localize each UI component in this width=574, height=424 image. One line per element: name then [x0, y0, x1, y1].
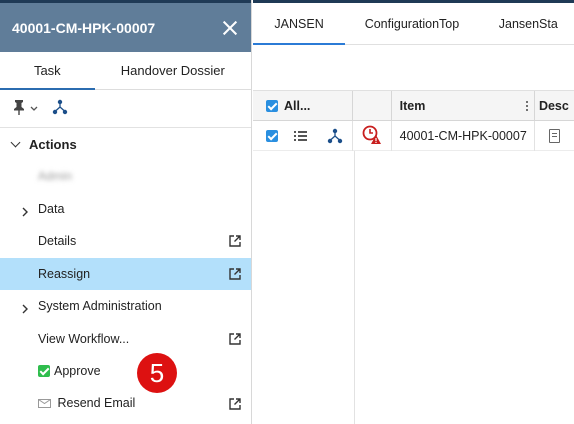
- list-icon[interactable]: [294, 131, 307, 141]
- row-checkbox[interactable]: [266, 130, 278, 142]
- main-area: JANSEN ConfigurationTop JansenSta All...…: [253, 0, 574, 424]
- status-cell: [353, 121, 392, 151]
- item-header-label: Item: [399, 99, 426, 113]
- action-item-label: Data: [38, 201, 65, 216]
- select-all-header[interactable]: All...: [253, 91, 353, 121]
- action-item-view-workflow[interactable]: View Workflow...: [0, 323, 251, 356]
- select-all-label: All...: [284, 99, 311, 113]
- close-icon[interactable]: [221, 19, 239, 37]
- external-link-icon[interactable]: [229, 332, 241, 348]
- desc-header-label: Desc: [538, 99, 569, 113]
- grid-header: All... Item Desc: [253, 91, 574, 121]
- mail-icon: [38, 397, 54, 411]
- action-item-details[interactable]: Details: [0, 225, 251, 258]
- approve-row: Approve: [38, 364, 101, 378]
- grid-toolbar: [253, 45, 574, 91]
- external-link-icon[interactable]: [229, 267, 241, 283]
- action-item-reassign[interactable]: Reassign: [0, 257, 251, 290]
- panel-header: 40001-CM-HPK-00007: [0, 0, 251, 52]
- action-item-obscured[interactable]: Admin: [0, 160, 251, 193]
- item-header[interactable]: Item: [392, 91, 535, 121]
- action-item-label: Approve: [54, 364, 101, 379]
- chevron-down-icon[interactable]: [30, 104, 38, 114]
- action-item-system-administration[interactable]: System Administration: [0, 290, 251, 323]
- item-cell: 40001-CM-HPK-00007: [392, 121, 535, 151]
- column-divider: [354, 151, 355, 424]
- action-item-label: System Administration: [38, 299, 162, 314]
- tab-jansensta[interactable]: JansenSta: [479, 3, 574, 44]
- row-select-cell: [253, 121, 353, 151]
- main-tabs: JANSEN ConfigurationTop JansenSta: [253, 3, 574, 45]
- actions-label: Actions: [29, 136, 77, 152]
- tab-jansen[interactable]: JANSEN: [253, 3, 346, 45]
- desc-header[interactable]: Desc: [535, 91, 574, 121]
- select-all-checkbox[interactable]: [266, 100, 278, 112]
- tab-task[interactable]: Task: [0, 52, 95, 90]
- column-menu-icon[interactable]: [525, 100, 528, 112]
- resend-row: Resend Email: [38, 396, 135, 411]
- tab-handover-dossier[interactable]: Handover Dossier: [95, 52, 251, 89]
- task-panel: 40001-CM-HPK-00007 Task Handover Dossier…: [0, 0, 252, 424]
- actions-section-header[interactable]: Actions: [0, 128, 251, 160]
- action-item-data[interactable]: Data: [0, 193, 251, 226]
- action-item-label: View Workflow...: [38, 331, 130, 346]
- external-link-icon[interactable]: [229, 397, 241, 413]
- action-item-resend-email[interactable]: Resend Email: [0, 388, 251, 421]
- action-item-label: Resend Email: [57, 396, 136, 411]
- action-item-label: Reassign: [38, 266, 91, 281]
- item-value: 40001-CM-HPK-00007: [399, 129, 527, 143]
- panel-title: 40001-CM-HPK-00007: [12, 19, 156, 36]
- pin-icon[interactable]: [12, 99, 26, 119]
- table-row[interactable]: 40001-CM-HPK-00007: [253, 121, 574, 151]
- chevron-right-icon: [22, 303, 29, 317]
- check-icon: [38, 365, 50, 378]
- action-item-label: Details: [38, 234, 77, 249]
- step-badge: 5: [137, 353, 177, 393]
- panel-toolbar: [0, 90, 251, 128]
- overdue-alarm-icon: [362, 125, 382, 148]
- desc-cell: [535, 121, 574, 151]
- status-header: [353, 91, 392, 121]
- obscured-label: Admin: [38, 169, 73, 184]
- workflow-icon[interactable]: [52, 99, 68, 118]
- workflow-icon[interactable]: [327, 128, 343, 144]
- panel-tabs: Task Handover Dossier: [0, 52, 251, 90]
- action-item-approve[interactable]: Approve: [0, 355, 251, 388]
- chevron-right-icon: [22, 206, 29, 220]
- document-icon[interactable]: [548, 129, 560, 143]
- chevron-down-icon: [10, 137, 21, 147]
- tab-configurationtop[interactable]: ConfigurationTop: [345, 3, 479, 44]
- external-link-icon[interactable]: [229, 235, 241, 250]
